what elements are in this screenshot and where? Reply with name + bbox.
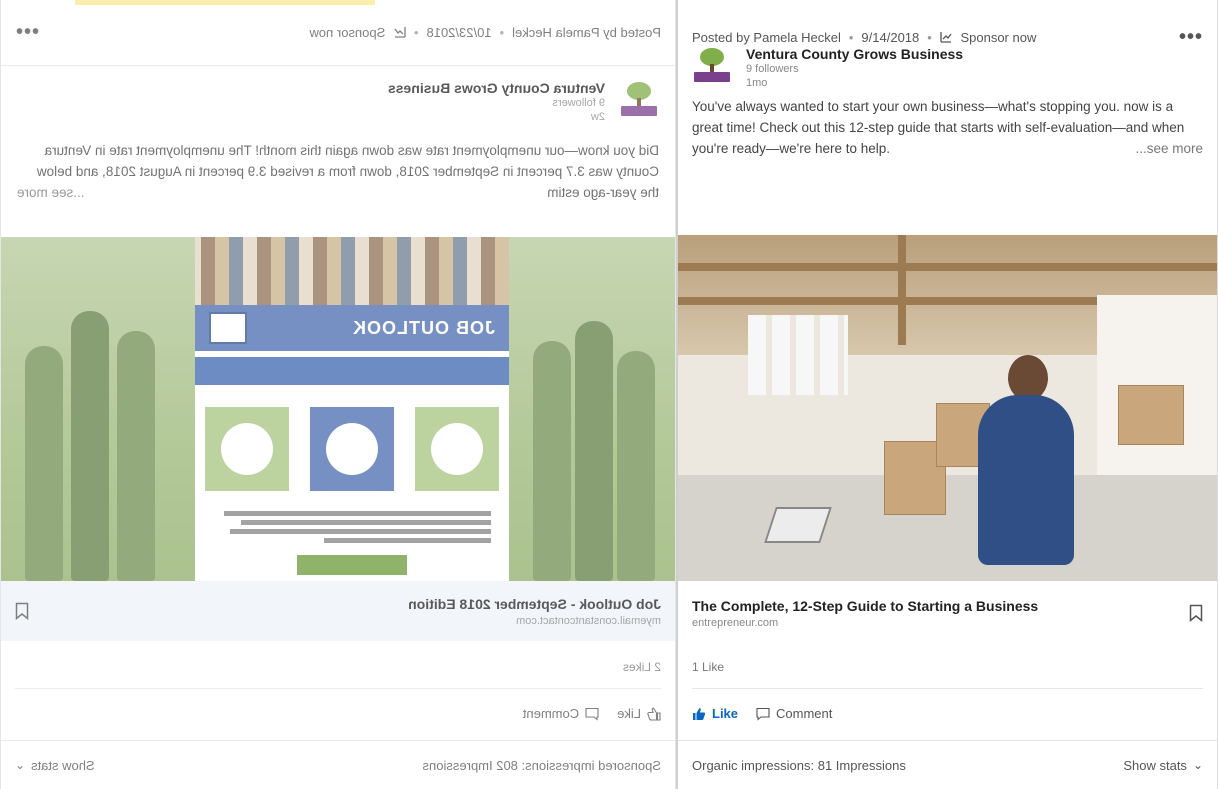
impressions-text: Organic impressions: 81 Impressions [692,757,906,773]
post-date: 9/14/2018 [861,29,920,45]
sponsor-chart-icon [394,27,406,38]
divider [15,688,661,689]
like-label: Like [712,706,739,721]
link-title[interactable]: Job Outlook - September 2018 Edition [408,596,661,612]
more-icon[interactable]: ••• [15,21,39,44]
post-date: 10/23/2018 [426,25,492,40]
link-url: entrepreneur.com [692,616,779,629]
post-image[interactable] [678,235,1217,581]
comment-label: Comment [776,706,833,721]
chevron-down-icon: ⌄ [1192,758,1203,772]
sponsor-now-link[interactable]: Sponsor now [940,29,1037,45]
left-post-mirrored: Posted by Pamela Heckel • 10/23/2018 • S… [0,0,676,789]
divider [692,688,1203,689]
show-stats-button[interactable]: Show stats ⌄ [1123,758,1203,773]
posted-by: Posted by Pamela Heckel [692,29,841,45]
sponsor-now-label: Sponsor now [309,25,386,40]
posted-by: Posted by Pamela Heckel [512,25,661,40]
see-more-link[interactable]: ...see more [17,182,85,203]
comment-label: Comment [522,706,580,721]
down-arrow-icon [205,407,290,491]
post-age: 1mo [746,77,768,89]
likes-count[interactable]: 2 Likes [623,660,661,674]
flyer-title: JOB OUTLOOK [351,317,495,338]
post-text: Did you know—our unemployment rate was d… [1,124,675,203]
company-name[interactable]: Ventura County Grows Business [746,46,963,62]
separator-dot: • [413,25,419,40]
like-label: Like [617,706,641,721]
separator-dot: • [848,29,854,45]
sponsor-now-label: Sponsor now [960,29,1037,45]
company-logo[interactable] [692,46,732,86]
likes-count[interactable]: 1 Like [692,660,724,674]
comment-icon [585,707,599,721]
thumbs-up-icon [693,707,706,720]
accent-bar [75,0,375,5]
bookmark-icon[interactable] [1189,604,1203,623]
post-card: Posted by Pamela Heckel • 9/14/2018 • Sp… [676,0,1218,789]
like-button[interactable]: Like [617,706,661,721]
like-button[interactable]: Like [692,706,738,721]
show-stats-button[interactable]: Show stats ⌄ [15,758,95,773]
post-header: Posted by Pamela Heckel • 10/23/2018 • S… [1,0,675,66]
post-actions: Like Comment [692,706,850,721]
down-arrow-icon [310,407,395,491]
impressions-text: Sponsored impressions: 802 Impressions [422,757,661,773]
flyer-logo [209,312,247,344]
post-card: Posted by Pamela Heckel • 10/23/2018 • S… [0,0,676,789]
post-age: 2w [590,111,605,123]
sponsor-now-link[interactable]: Sponsor now [309,25,406,40]
post-text: You've always wanted to start your own b… [678,90,1217,159]
sponsor-chart-icon [940,31,952,43]
post-image[interactable]: JOB OUTLOOK [1,237,675,581]
post-footer: Sponsored impressions: 802 Impressions S… [1,740,675,789]
link-preview[interactable]: Job Outlook - September 2018 Edition mye… [1,581,675,641]
post-footer: Organic impressions: 81 Impressions Show… [678,740,1217,789]
link-title[interactable]: The Complete, 12-Step Guide to Starting … [692,598,1038,614]
thumbs-up-icon [647,706,661,721]
company-logo[interactable] [619,80,659,120]
flyer-button [297,555,407,575]
followers-count: 9 followers [552,97,605,109]
bookmark-icon[interactable] [15,602,29,621]
post-actions: Like Comment [505,706,661,721]
job-outlook-flyer: JOB OUTLOOK [195,237,509,581]
right-post: Posted by Pamela Heckel • 9/14/2018 • Sp… [676,0,1218,789]
followers-count: 9 followers [746,63,799,75]
comment-button[interactable]: Comment [523,706,599,721]
company-block: Ventura County Grows Business 9 follower… [1,66,675,124]
down-arrow-icon [414,407,499,491]
link-url: myemail.constantcontact.com [516,614,661,627]
see-more-link[interactable]: ...see more [1135,138,1203,159]
separator-dot: • [927,29,932,45]
company-name[interactable]: Ventura County Grows Business [388,80,605,96]
comment-icon [756,707,770,721]
company-block: Ventura County Grows Business 9 follower… [678,46,1217,90]
chevron-down-icon: ⌄ [15,758,26,772]
link-preview[interactable]: The Complete, 12-Step Guide to Starting … [678,581,1217,645]
comment-button[interactable]: Comment [756,706,832,721]
more-icon[interactable]: ••• [1179,26,1203,49]
separator-dot: • [499,25,505,40]
